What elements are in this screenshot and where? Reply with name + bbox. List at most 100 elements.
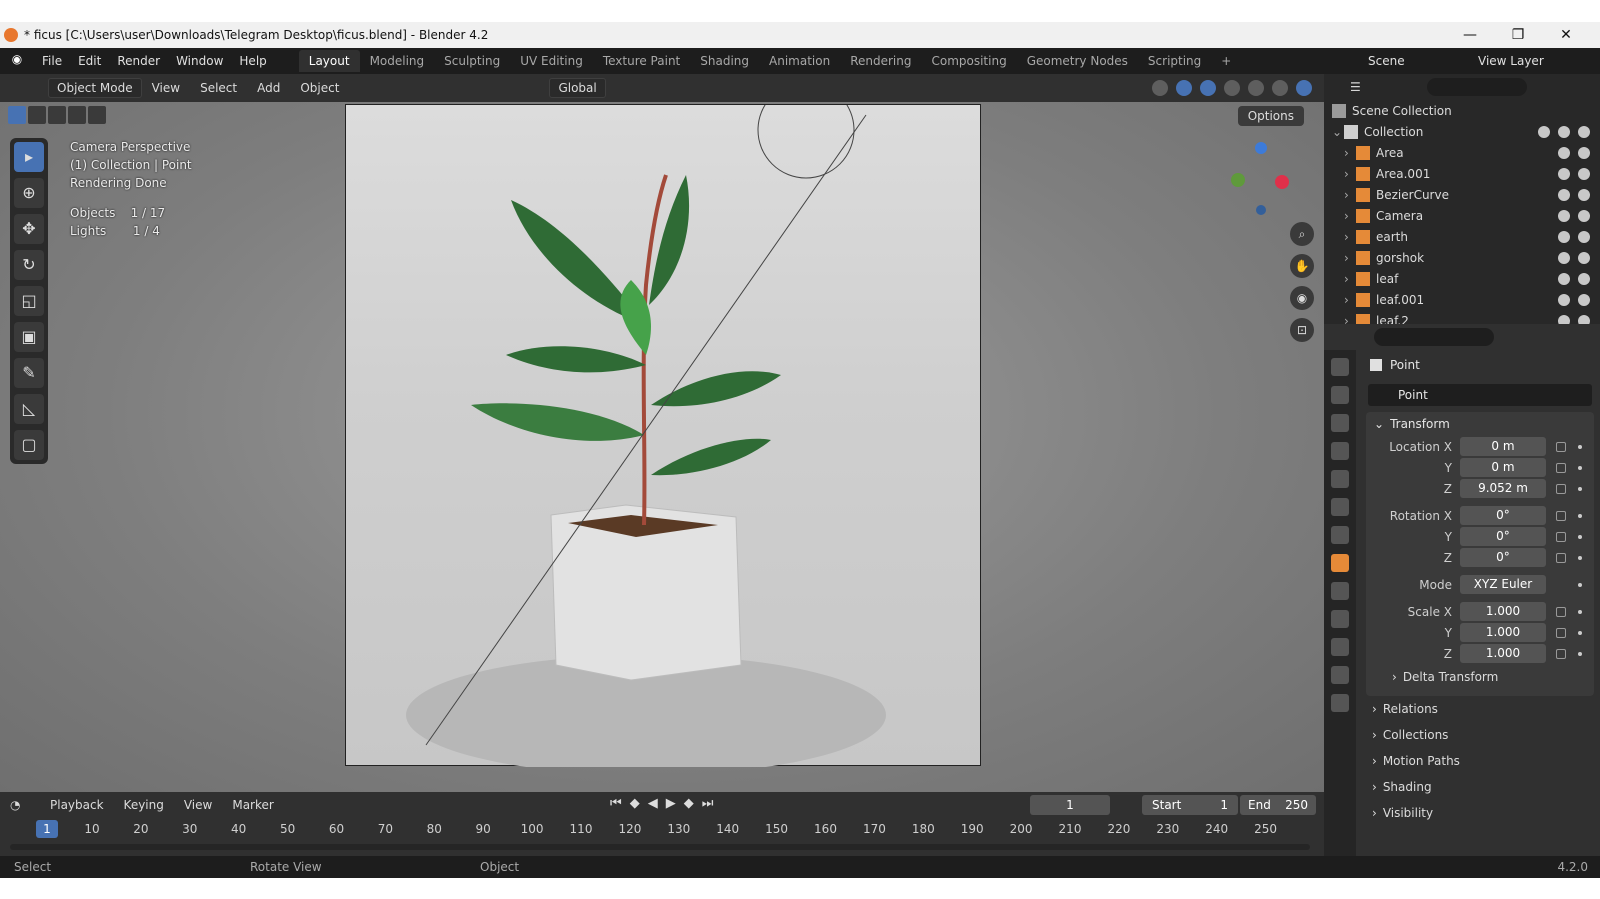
annotate-tool[interactable]: ✎ <box>14 358 44 388</box>
workspace-tab-compositing[interactable]: Compositing <box>921 50 1016 72</box>
viewport-menu-view[interactable]: View <box>142 81 190 95</box>
outliner-item[interactable]: › BezierCurve <box>1324 184 1600 205</box>
outliner-collection[interactable]: ⌄ Collection <box>1324 121 1600 142</box>
render-tab-icon[interactable] <box>1331 386 1349 404</box>
workspace-tab-rendering[interactable]: Rendering <box>840 50 921 72</box>
rotate-tool[interactable]: ↻ <box>14 250 44 280</box>
shading-solid-icon[interactable] <box>1248 80 1264 96</box>
select-box-tool[interactable]: ▸ <box>14 142 44 172</box>
eye-icon[interactable] <box>1558 272 1570 285</box>
world-tab-icon[interactable] <box>1331 498 1349 516</box>
expand-chevron-icon[interactable]: › <box>1344 230 1356 244</box>
outliner-scene-collection[interactable]: Scene Collection <box>1324 100 1600 121</box>
lock-icon[interactable] <box>1556 483 1566 494</box>
camera-render-icon[interactable] <box>1578 188 1590 201</box>
camera-render-icon[interactable] <box>1578 167 1590 180</box>
camera-render-icon[interactable] <box>1578 251 1590 264</box>
visibility-icon[interactable] <box>1152 80 1168 96</box>
restore-button[interactable]: ❐ <box>1494 22 1542 48</box>
lock-icon[interactable] <box>1556 462 1566 473</box>
timeline-editor-type-icon[interactable]: ◔ <box>0 798 40 812</box>
pan-hand-icon[interactable]: ✋ <box>1290 254 1314 278</box>
scale-x-field[interactable]: 1.000 <box>1460 602 1546 621</box>
keyframe-dot-icon[interactable] <box>1578 513 1582 518</box>
viewport-menu-add[interactable]: Add <box>247 81 290 95</box>
timeline-menu-playback[interactable]: Playback <box>40 798 114 812</box>
select-invert-icon[interactable] <box>68 106 86 124</box>
camera-view-icon[interactable]: ◉ <box>1290 286 1314 310</box>
play-reverse-icon[interactable]: ◀ <box>648 796 658 811</box>
properties-section-collections[interactable]: › Collections <box>1360 722 1600 748</box>
outliner-display-mode-icon[interactable]: ☰ <box>1350 80 1361 94</box>
select-subtract-icon[interactable] <box>48 106 66 124</box>
tool-tab-icon[interactable] <box>1331 358 1349 376</box>
checkbox-icon[interactable] <box>1538 125 1550 138</box>
expand-chevron-icon[interactable]: › <box>1344 251 1356 265</box>
outliner-item[interactable]: › Area.001 <box>1324 163 1600 184</box>
current-frame-field[interactable]: 1 <box>1030 795 1110 815</box>
jump-start-icon[interactable]: ⏮ <box>610 796 622 811</box>
move-tool[interactable]: ✥ <box>14 214 44 244</box>
camera-render-icon[interactable] <box>1578 146 1590 159</box>
timeline-menu-marker[interactable]: Marker <box>222 798 283 812</box>
view-layer-tab-icon[interactable] <box>1331 442 1349 460</box>
view-layer-selector[interactable]: View Layer <box>1470 54 1600 68</box>
navigation-gizmo[interactable] <box>1226 138 1296 218</box>
physics-tab-icon[interactable] <box>1331 610 1349 628</box>
modifiers-tab-icon[interactable] <box>1331 582 1349 600</box>
expand-chevron-icon[interactable]: › <box>1344 209 1356 223</box>
camera-render-icon[interactable] <box>1578 230 1590 243</box>
keyframe-dot-icon[interactable] <box>1578 582 1582 587</box>
play-icon[interactable]: ▶ <box>666 796 676 811</box>
overlay-icon[interactable] <box>1200 80 1216 96</box>
outliner-item[interactable]: › Area <box>1324 142 1600 163</box>
menu-help[interactable]: Help <box>231 54 274 68</box>
output-tab-icon[interactable] <box>1331 414 1349 432</box>
menu-render[interactable]: Render <box>109 54 168 68</box>
keyframe-dot-icon[interactable] <box>1578 630 1582 635</box>
lock-icon[interactable] <box>1556 510 1566 521</box>
add-workspace-button[interactable]: + <box>1211 50 1241 72</box>
workspace-tab-sculpting[interactable]: Sculpting <box>434 50 510 72</box>
location-x-field[interactable]: 0 m <box>1460 437 1546 456</box>
timeline-menu-keying[interactable]: Keying <box>114 798 174 812</box>
gizmo-icon[interactable] <box>1176 80 1192 96</box>
outliner-item[interactable]: › Camera <box>1324 205 1600 226</box>
transform-tool[interactable]: ▣ <box>14 322 44 352</box>
expand-chevron-icon[interactable]: › <box>1344 146 1356 160</box>
keyframe-dot-icon[interactable] <box>1578 486 1582 491</box>
workspace-tab-uv-editing[interactable]: UV Editing <box>510 50 593 72</box>
object-datablock-field[interactable]: Point <box>1368 384 1592 406</box>
camera-render-icon[interactable] <box>1578 209 1590 222</box>
collection-tab-icon[interactable] <box>1331 526 1349 544</box>
blender-logo-icon[interactable]: ◉ <box>8 52 26 70</box>
eye-icon[interactable] <box>1558 188 1570 201</box>
add-cube-tool[interactable]: ▢ <box>14 430 44 460</box>
workspace-tab-texture-paint[interactable]: Texture Paint <box>593 50 690 72</box>
eye-icon[interactable] <box>1558 146 1570 159</box>
expand-chevron-icon[interactable]: › <box>1344 167 1356 181</box>
close-button[interactable]: ✕ <box>1542 22 1590 48</box>
keyframe-dot-icon[interactable] <box>1578 534 1582 539</box>
lock-icon[interactable]: ⊡ <box>1290 318 1314 342</box>
eye-icon[interactable] <box>1558 209 1570 222</box>
workspace-tab-shading[interactable]: Shading <box>690 50 759 72</box>
expand-chevron-icon[interactable]: › <box>1344 188 1356 202</box>
start-frame-field[interactable]: Start 1 <box>1142 795 1238 815</box>
menu-window[interactable]: Window <box>168 54 231 68</box>
lock-icon[interactable] <box>1556 552 1566 563</box>
object-mode-dropdown[interactable]: Object Mode <box>48 78 142 98</box>
timeline-menu-view[interactable]: View <box>174 798 222 812</box>
y-axis-icon[interactable] <box>1231 173 1245 187</box>
end-frame-field[interactable]: End 250 <box>1240 795 1316 815</box>
measure-tool[interactable]: ◺ <box>14 394 44 424</box>
workspace-tab-modeling[interactable]: Modeling <box>360 50 435 72</box>
shading-material-icon[interactable] <box>1272 80 1288 96</box>
lock-icon[interactable] <box>1556 606 1566 617</box>
properties-section-shading[interactable]: › Shading <box>1360 774 1600 800</box>
camera-render-icon[interactable] <box>1578 293 1590 306</box>
menu-edit[interactable]: Edit <box>70 54 109 68</box>
scale-z-field[interactable]: 1.000 <box>1460 644 1546 663</box>
transform-orientation-dropdown[interactable]: Global <box>549 78 606 98</box>
workspace-tab-geometry-nodes[interactable]: Geometry Nodes <box>1017 50 1138 72</box>
